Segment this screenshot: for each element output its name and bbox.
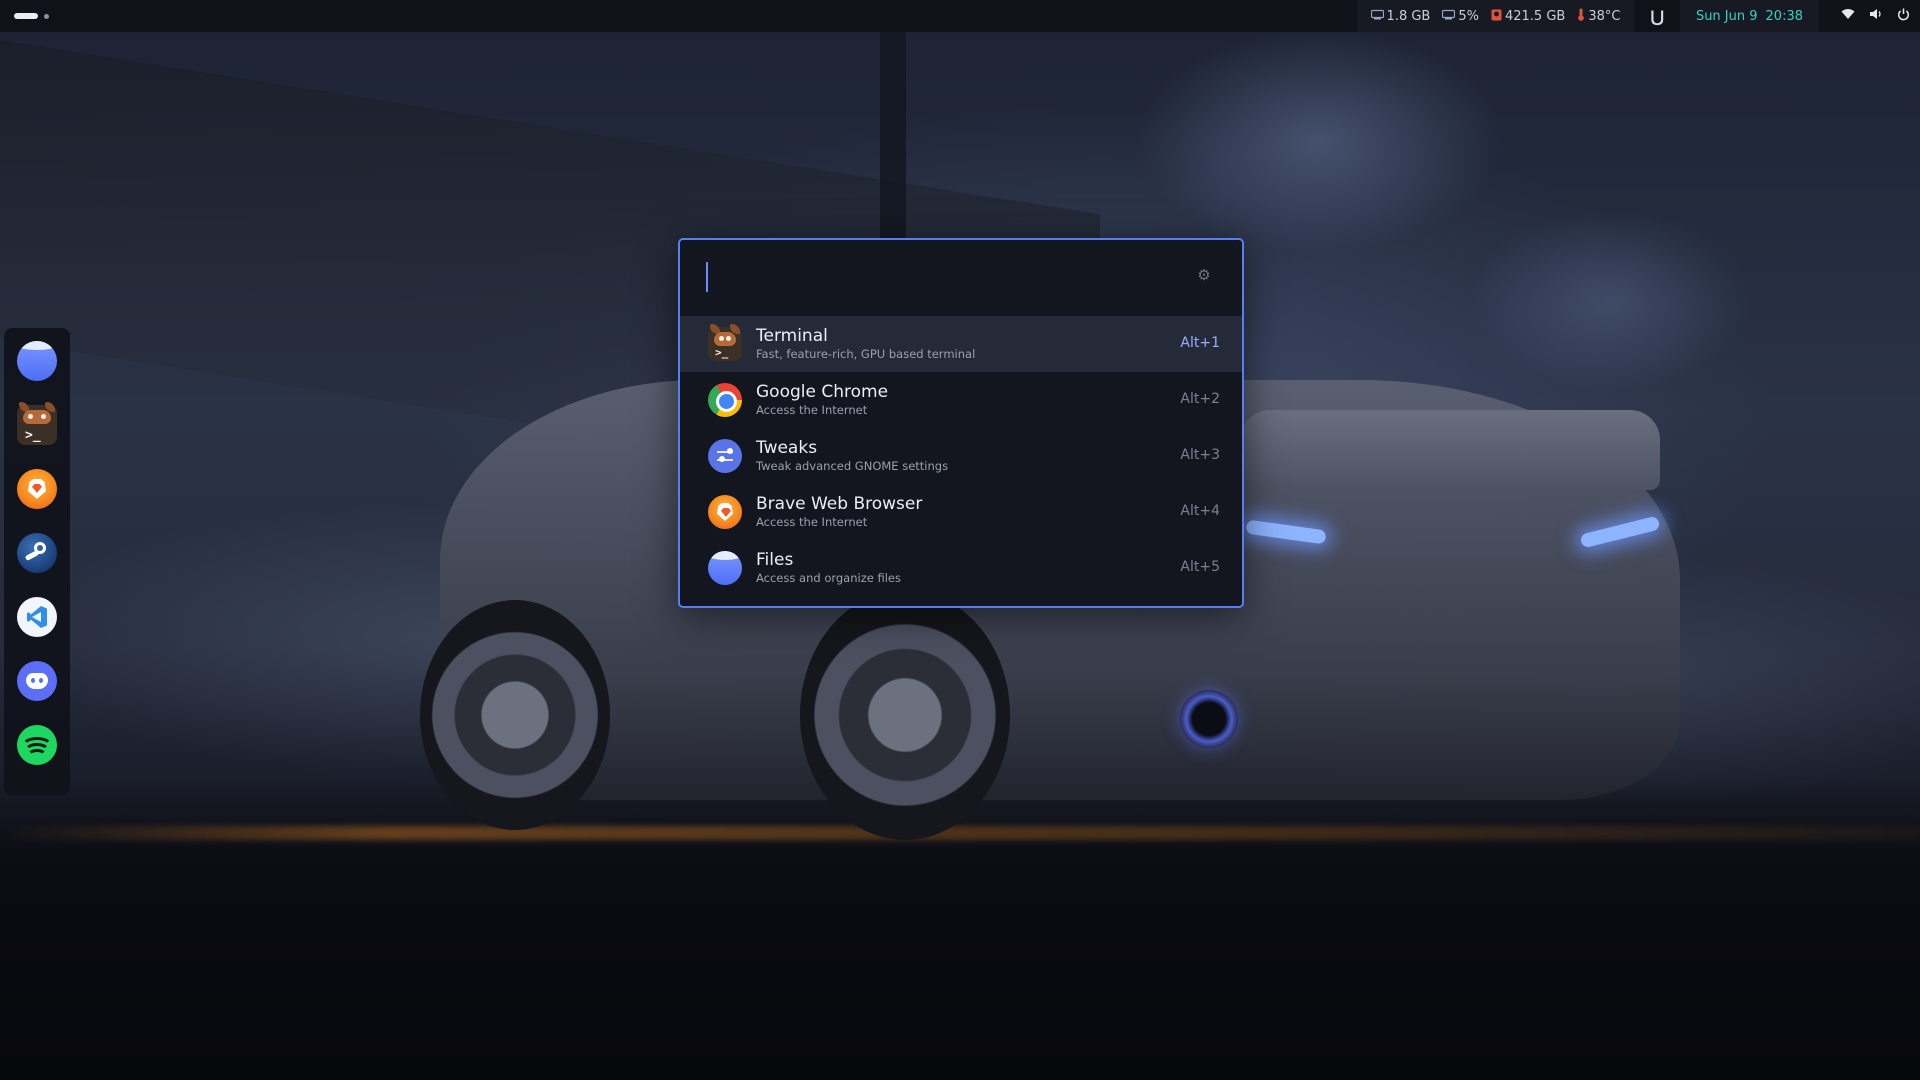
disk-stat[interactable]: 421.5 GB: [1491, 9, 1565, 24]
result-text: Brave Web Browser Access the Internet: [756, 494, 922, 530]
result-title: Brave Web Browser: [756, 494, 923, 514]
kitty-icon[interactable]: >_: [17, 402, 57, 445]
power-icon[interactable]: [1897, 8, 1910, 25]
wallpaper-road-stripe: [0, 826, 1920, 840]
result-text: Google Chrome Access the Internet: [756, 382, 888, 418]
clock[interactable]: Sun Jun 9 20:38: [1679, 0, 1819, 32]
vscode-icon[interactable]: [17, 597, 57, 637]
result-title: Google Chrome: [756, 382, 889, 402]
spotify-icon[interactable]: [17, 725, 57, 765]
brave-icon[interactable]: [17, 469, 57, 509]
cpu-stat[interactable]: 5%: [1442, 9, 1479, 24]
kitty-eyes: [28, 414, 46, 419]
result-google-chrome[interactable]: Google Chrome Access the Internet Alt+2: [680, 372, 1242, 428]
result-tweaks[interactable]: Tweaks Tweak advanced GNOME settings Alt…: [680, 428, 1242, 484]
system-tray[interactable]: [1841, 8, 1910, 25]
kitty-prompt: >_: [25, 428, 41, 443]
system-monitor[interactable]: 1.8 GB 5% 421.5 GB 38°C: [1356, 0, 1635, 32]
wallpaper-car-trunk: [1240, 410, 1660, 490]
wifi-icon[interactable]: [1841, 8, 1855, 24]
result-title: Terminal: [756, 326, 828, 346]
top-bar: 1.8 GB 5% 421.5 GB 38°C ⋃ Sun Jun 9 20:3…: [0, 0, 1920, 32]
gear-icon[interactable]: ⚙: [1196, 267, 1212, 283]
chrome-icon: [708, 383, 742, 417]
workspace-indicator[interactable]: [14, 0, 49, 32]
result-files[interactable]: Files Access and organize files Alt+5: [680, 540, 1242, 596]
memory-value: 1.8 GB: [1386, 8, 1431, 24]
clock-time: 20:38: [1765, 8, 1803, 24]
result-subtitle: Access the Internet: [756, 515, 868, 529]
arch-u-icon[interactable]: ⋃: [1650, 7, 1663, 26]
result-shortcut: Alt+3: [1180, 447, 1220, 463]
result-subtitle: Access the Internet: [756, 403, 868, 417]
cpu-value: 5%: [1458, 8, 1479, 24]
thermometer-icon: [1577, 8, 1585, 24]
result-shortcut: Alt+1: [1180, 335, 1220, 351]
workspace-inactive[interactable]: [44, 13, 49, 19]
kitty-icon: >_: [708, 324, 742, 361]
result-text: Files Access and organize files: [756, 550, 901, 586]
result-shortcut: Alt+4: [1180, 503, 1220, 519]
result-text: Tweaks Tweak advanced GNOME settings: [756, 438, 948, 474]
memory-stat[interactable]: 1.8 GB: [1370, 8, 1431, 24]
result-subtitle: Fast, feature-rich, GPU based terminal: [756, 347, 976, 361]
result-title: Tweaks: [756, 438, 818, 458]
wallpaper-wheel-rear: [800, 590, 1010, 840]
tweaks-icon: [708, 439, 742, 473]
wallpaper-road: [0, 780, 1920, 1080]
volume-icon[interactable]: [1869, 8, 1883, 24]
app-launcher: ⚙ >_ Terminal Fast, feature-rich, GPU ba…: [678, 238, 1244, 608]
wallpaper-exhaust: [1180, 690, 1238, 748]
memory-icon: [1370, 9, 1384, 23]
result-shortcut: Alt+5: [1180, 559, 1220, 575]
files-icon[interactable]: [17, 341, 57, 381]
dock: >_: [4, 328, 70, 795]
discord-icon[interactable]: [17, 661, 57, 701]
wallpaper-wheel-front: [420, 600, 610, 830]
result-shortcut: Alt+2: [1180, 391, 1220, 407]
disk-value: 421.5 GB: [1504, 8, 1566, 24]
result-subtitle: Access and organize files: [756, 571, 901, 585]
disk-icon: [1491, 9, 1502, 24]
result-text: Terminal Fast, feature-rich, GPU based t…: [756, 326, 975, 362]
temperature-value: 38°C: [1588, 8, 1621, 24]
launcher-search-row: ⚙: [680, 240, 1242, 316]
files-icon: [708, 551, 742, 585]
launcher-search-input[interactable]: [714, 260, 1158, 296]
text-caret: [706, 262, 708, 292]
brave-icon: [708, 495, 742, 529]
result-terminal[interactable]: >_ Terminal Fast, feature-rich, GPU base…: [680, 316, 1242, 372]
cpu-icon: [1442, 9, 1456, 23]
clock-date: Sun Jun 9: [1695, 8, 1758, 24]
result-title: Files: [756, 550, 794, 570]
workspace-active[interactable]: [14, 13, 38, 19]
result-subtitle: Tweak advanced GNOME settings: [756, 459, 949, 473]
result-brave-web-browser[interactable]: Brave Web Browser Access the Internet Al…: [680, 484, 1242, 540]
steam-icon[interactable]: [17, 533, 57, 573]
temperature-stat[interactable]: 38°C: [1577, 8, 1620, 24]
